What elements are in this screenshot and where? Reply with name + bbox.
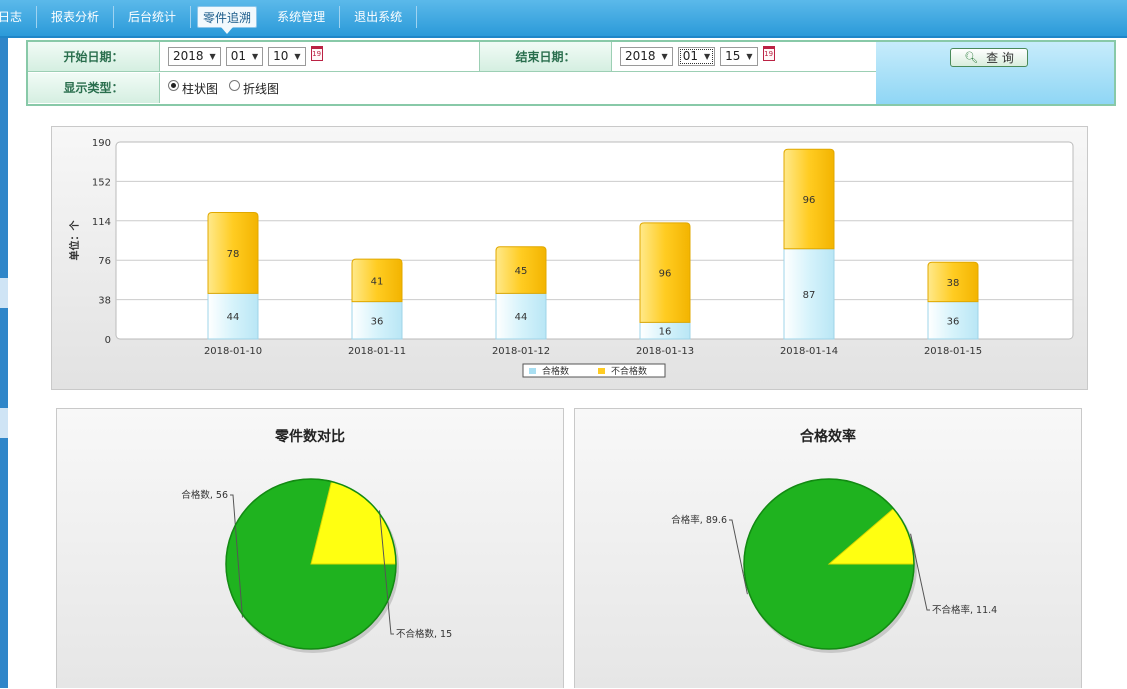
chevron-down-icon: ▼ [251,52,259,61]
data-label-pass: 36 [371,316,384,327]
data-label-fail: 38 [947,278,960,289]
end-date-label: 结束日期： [480,42,612,71]
pie-label-合格数: 合格数, 56 [181,489,228,501]
left-sidebar-strip [0,38,8,688]
nav-item-backend-stats[interactable]: 后台统计 [114,6,192,28]
data-label-fail: 96 [659,269,672,280]
legend-entry-fail: 不合格数 [611,365,647,377]
pie-chart-part-count: 合格数, 56 不合格数, 15 [181,478,452,653]
legend-swatch-pass [529,368,536,374]
stacked-bar-chart-panel: 0 38 76 114 152 190 单位：个 44 78 2018-01-10 36 41 2018… [51,126,1088,390]
y-tick-label: 114 [92,217,111,228]
data-label-fail: 78 [227,249,240,260]
y-axis-label: 单位：个 [68,220,81,261]
start-date-label: 开始日期： [28,42,160,71]
start-date-field: 2018 ▼ 01 ▼ 10 ▼ 19 [160,42,480,71]
x-tick-label: 2018-01-13 [636,346,694,357]
end-month-select[interactable]: 01 ▼ [677,47,716,66]
x-tick-label: 2018-01-12 [492,346,550,357]
data-label-fail: 96 [803,195,816,206]
stacked-bar-chart: 0 38 76 114 152 190 单位：个 44 78 2018-01-10 36 41 2018… [68,138,1074,378]
y-tick-label: 0 [105,335,111,346]
end-day-select[interactable]: 15 ▼ [720,47,758,66]
sidebar-collapse-handle[interactable] [0,278,8,308]
query-button[interactable]: 🔍︎ 查 询 [950,48,1028,67]
x-tick-label: 2018-01-11 [348,346,406,357]
query-filter-panel: 开始日期： 2018 ▼ 01 ▼ 10 ▼ 19 结束日期： 2018 ▼ 01 ▼ 1… [26,40,1116,106]
chevron-down-icon: ▼ [746,52,753,61]
date-range-row: 开始日期： 2018 ▼ 01 ▼ 10 ▼ 19 结束日期： 2018 ▼ 01 ▼ 1… [28,42,876,72]
start-month-select[interactable]: 01 ▼ [225,47,264,66]
pie-chart-pass-rate: 合格率, 89.6 不合格率, 11.4 [671,478,997,653]
radio-bar-chart[interactable]: 柱状图 [168,79,218,97]
start-day-select[interactable]: 10 ▼ [268,47,306,66]
top-navbar: 日志 报表分析 后台统计 零件追溯 系统管理 退出系统 [0,0,1127,38]
display-type-options: 柱状图 折线图 [160,73,876,103]
x-tick-label: 2018-01-15 [924,346,982,357]
display-type-row: 显示类型： 柱状图 折线图 [28,73,876,103]
nav-item-log[interactable]: 日志 [0,6,38,28]
nav-menu: 日志 报表分析 后台统计 零件追溯 系统管理 退出系统 [0,6,418,34]
y-tick-label: 190 [92,138,111,149]
y-tick-label: 38 [98,296,111,307]
nav-item-system-management[interactable]: 系统管理 [263,6,341,28]
start-year-select[interactable]: 2018 ▼ [168,47,221,66]
data-label-pass: 16 [659,327,672,338]
nav-item-exit-system[interactable]: 退出系统 [340,6,418,28]
end-date-field: 2018 ▼ 01 ▼ 15 ▼ 19 [612,42,876,71]
query-area: 🔍︎ 查 询 [876,42,1114,104]
data-label-pass: 87 [803,290,816,301]
chevron-down-icon: ▼ [703,52,711,61]
data-label-pass: 44 [515,312,528,323]
radio-dot[interactable] [229,79,241,91]
pie-label-不合格数: 不合格数, 15 [396,628,452,640]
pie-label-不合格率: 不合格率, 11.4 [932,604,997,616]
legend-entry-pass: 合格数 [542,365,569,377]
nav-item-part-tracing[interactable]: 零件追溯 [197,6,258,34]
calendar-icon[interactable]: 19 [310,46,323,61]
display-type-label: 显示类型： [28,73,160,103]
legend: 合格数 不合格数 [522,363,666,378]
pie-label-合格率: 合格率, 89.6 [671,514,727,526]
sidebar-collapse-handle[interactable] [0,408,8,438]
data-label-fail: 45 [515,266,528,277]
radio-line-chart[interactable]: 折线图 [229,79,279,97]
nav-item-report-analysis[interactable]: 报表分析 [37,6,115,28]
x-tick-label: 2018-01-14 [780,346,838,357]
chevron-down-icon: ▼ [209,52,216,61]
radio-dot[interactable] [168,79,179,91]
y-tick-label: 152 [92,177,111,188]
calendar-icon[interactable]: 19 [762,46,775,61]
data-label-fail: 41 [371,276,384,287]
chevron-down-icon: ▼ [661,52,668,61]
data-label-pass: 44 [227,312,240,323]
pie-panel-pass-rate: 合格效率 合格率, 89.6 不合格率, 11.4 [574,408,1082,688]
y-tick-label: 76 [98,256,111,267]
chevron-down-icon: ▼ [294,52,301,61]
end-year-select[interactable]: 2018 ▼ [620,47,673,66]
magnifier-icon: 🔍︎ [964,51,979,64]
pie-panel-part-count: 零件数对比 合格数, 56 不合格数, 15 [56,408,564,688]
legend-swatch-fail [598,368,605,374]
x-tick-label: 2018-01-10 [204,346,262,357]
data-label-pass: 36 [947,316,960,327]
